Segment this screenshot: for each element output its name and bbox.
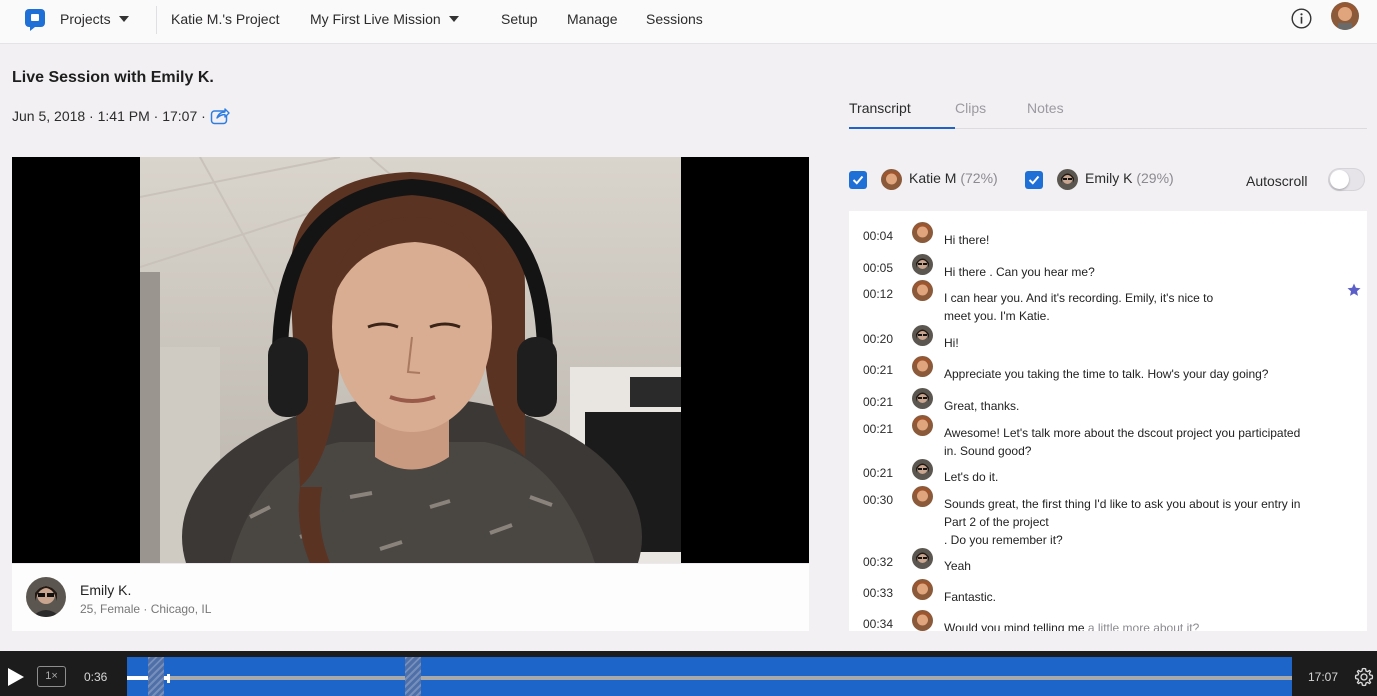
project-name-link[interactable]: Katie M.'s Project [171,0,280,44]
projects-label: Projects [60,11,111,27]
emily-avatar [912,459,933,480]
transcript-text-main: Would you mind telling me [944,621,1085,631]
speaker-emily-avatar [1057,169,1078,190]
duration-time: 17:07 [1308,670,1339,684]
chevron-down-icon [448,16,459,23]
user-avatar[interactable] [1331,2,1359,30]
participant-details: 25, Female · Chicago, IL [80,602,212,616]
panel-tabs: Transcript Clips Notes [849,92,1367,129]
speaker-emily-pct: (29%) [1136,170,1174,186]
autoscroll-toggle[interactable] [1328,168,1365,191]
transcript-time[interactable]: 00:12 [863,287,893,301]
emily-avatar [912,548,933,569]
mission-menu[interactable]: My First Live Mission [310,0,459,44]
transcript-time[interactable]: 00:21 [863,466,893,480]
transcript-text: Hi! [944,336,959,350]
katie-avatar [912,222,933,243]
toggle-knob [1330,170,1349,189]
transcript-text: Fantastic. [944,590,997,604]
playback-speed-button[interactable]: 1× [37,666,66,687]
transcript-text: Hi there! [944,233,990,247]
app-logo-icon[interactable] [24,8,46,32]
transcript-time[interactable]: 00:04 [863,229,893,243]
participant-avatar [26,577,66,617]
speaker-katie-name: Katie M [909,170,957,186]
speaker-katie-checkbox[interactable] [849,171,867,189]
tab-notes[interactable]: Notes [1027,100,1064,116]
info-icon[interactable] [1291,8,1312,29]
speaker-emily-checkbox[interactable] [1025,171,1043,189]
katie-avatar [912,280,933,301]
clip-marker[interactable] [405,657,421,696]
transcript-text: Let's do it. [944,470,999,484]
transcript-time[interactable]: 00:30 [863,493,893,507]
speaker-emily-name: Emily K [1085,170,1133,186]
chevron-down-icon [118,16,129,23]
page-title: Live Session with Emily K. [12,69,214,86]
participant-name: Emily K. [80,582,132,598]
transcript-text: Appreciate you taking the time to talk. … [944,367,1269,381]
emily-avatar [912,325,933,346]
transcript-text: I can hear you. And it's recording. Emil… [944,291,1214,323]
transcript-time[interactable]: 00:32 [863,555,893,569]
timeline-track [127,676,1292,680]
transcript-list[interactable]: 00:04 Hi there! 00:05 Hi there . Can you… [849,211,1367,631]
speaker-katie-avatar [881,169,902,190]
current-time: 0:36 [84,670,108,684]
participant-card: Emily K. 25, Female · Chicago, IL [12,563,809,631]
transcript-time[interactable]: 00:05 [863,261,893,275]
emily-avatar [912,388,933,409]
transcript-time[interactable]: 00:33 [863,586,893,600]
transcript-text: Awesome! Let's talk more about the dscou… [944,426,1301,458]
transcript-text: Would you mind telling me a little more … [944,619,1344,631]
share-icon[interactable] [210,107,230,125]
clip-marker[interactable] [148,657,164,696]
player-controls: 1× 0:36 17:07 [0,651,1377,696]
katie-avatar [912,415,933,436]
transcript-time[interactable]: 00:21 [863,363,893,377]
autoscroll-label: Autoscroll [1246,173,1308,189]
active-tab-indicator [849,127,955,129]
nav-manage[interactable]: Manage [567,0,618,44]
session-meta: Jun 5, 2018 · 1:41 PM · 17:07 · [12,108,206,124]
transcript-time[interactable]: 00:21 [863,422,893,436]
star-icon[interactable] [1347,283,1361,297]
play-icon[interactable] [7,668,25,686]
tab-clips[interactable]: Clips [955,100,986,116]
video-player[interactable] [12,157,809,563]
emily-avatar [912,254,933,275]
nav-setup[interactable]: Setup [501,0,538,44]
mission-label: My First Live Mission [310,11,441,27]
transcript-text: Sounds great, the first thing I'd like t… [944,497,1301,547]
gear-icon[interactable] [1354,667,1374,687]
transcript-text: Yeah [944,559,971,573]
timeline-scrubber[interactable] [127,657,1292,696]
katie-avatar [912,356,933,377]
speaker-katie-label: Katie M (72%) [909,170,998,192]
top-nav: Projects Katie M.'s Project My First Liv… [0,0,1377,44]
nav-divider [156,6,157,34]
participant-video-frame [140,157,681,563]
playhead-handle[interactable] [167,674,170,683]
projects-menu[interactable]: Projects [60,0,129,44]
transcript-text: Great, thanks. [944,399,1020,413]
katie-avatar [912,486,933,507]
tab-transcript[interactable]: Transcript [849,100,911,116]
nav-sessions[interactable]: Sessions [646,0,703,44]
transcript-time[interactable]: 00:21 [863,395,893,409]
speaker-emily-label: Emily K (29%) [1085,170,1174,192]
transcript-time[interactable]: 00:20 [863,332,893,346]
katie-avatar [912,610,933,631]
transcript-text-muted: a little more about it? [1084,621,1200,631]
transcript-time[interactable]: 00:34 [863,617,893,631]
transcript-text: Hi there . Can you hear me? [944,265,1095,279]
katie-avatar [912,579,933,600]
speaker-katie-pct: (72%) [960,170,998,186]
